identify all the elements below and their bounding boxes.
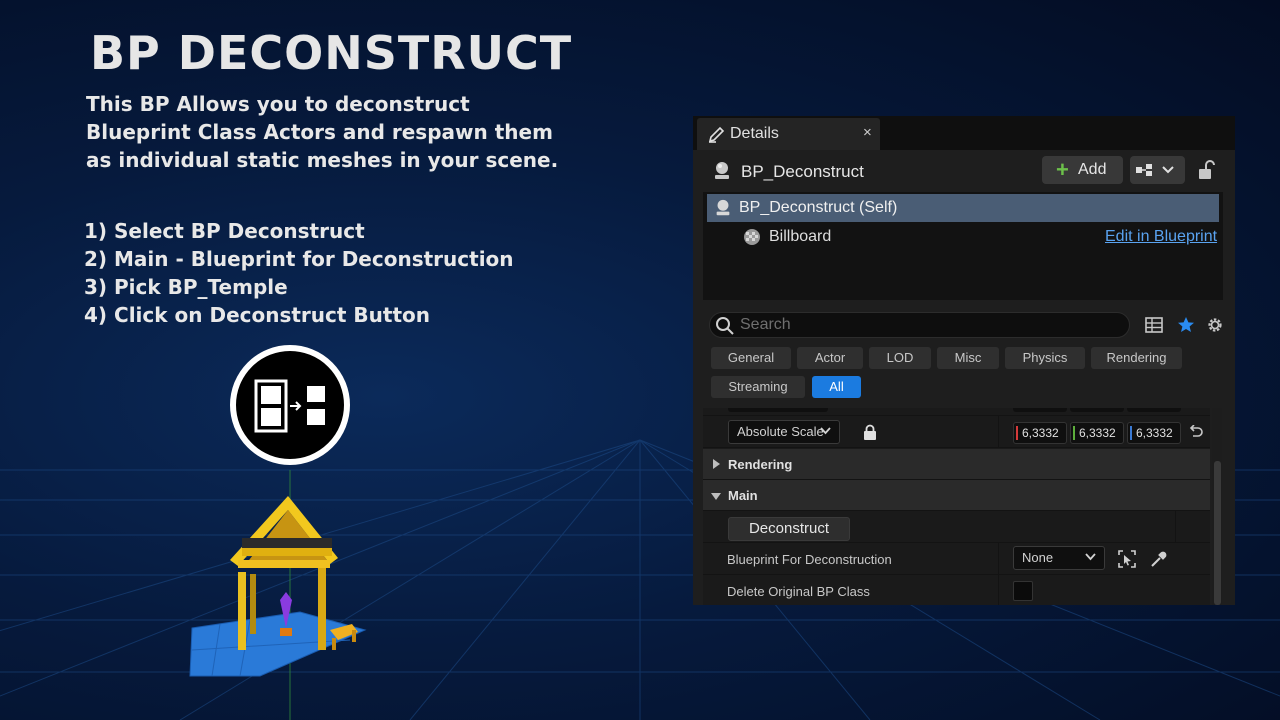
temple-model-image — [189, 496, 367, 677]
num-partial — [1013, 408, 1067, 412]
step-item: 4) Click on Deconstruct Button — [84, 303, 430, 327]
dropdown-partial — [728, 408, 828, 412]
scale-z-value: 6,3332 — [1136, 426, 1173, 440]
axis-x-marker — [1016, 426, 1018, 440]
num-partial — [1070, 408, 1124, 412]
scale-x-value: 6,3332 — [1022, 426, 1059, 440]
table-view-icon[interactable] — [1144, 315, 1164, 335]
filter-general[interactable]: General — [711, 347, 791, 369]
axis-z-marker — [1130, 426, 1132, 440]
actor-icon — [716, 199, 730, 216]
component-root-label: BP_Deconstruct (Self) — [739, 199, 898, 216]
blueprint-options-button[interactable] — [1130, 156, 1185, 184]
filter-physics[interactable]: Physics — [1005, 347, 1085, 369]
scale-dropdown[interactable]: Absolute Scale — [728, 420, 840, 444]
axis-y-marker — [1073, 426, 1075, 440]
filter-streaming[interactable]: Streaming — [711, 376, 805, 398]
absolute-scale-row: Absolute Scale 6,3332 6,3332 6,3332 — [703, 416, 1210, 448]
component-root-item[interactable]: BP_Deconstruct (Self) — [707, 194, 1219, 222]
divider — [998, 416, 999, 448]
caret-right-icon — [713, 459, 720, 469]
billboard-icon — [744, 229, 760, 245]
components-tree: BP_Deconstruct (Self) Billboard Edit in … — [703, 192, 1223, 300]
add-component-button[interactable]: + Add — [1042, 156, 1123, 184]
search-box — [709, 312, 1130, 338]
divider — [998, 543, 999, 575]
properties-list: Absolute Scale 6,3332 6,3332 6,3332 Rend… — [703, 408, 1210, 605]
blueprint-select-value: None — [1022, 550, 1054, 565]
description: This BP Allows you to deconstruct Bluepr… — [86, 90, 559, 174]
eyedropper-icon[interactable] — [1149, 549, 1169, 569]
scale-z-field[interactable]: 6,3332 — [1127, 422, 1181, 444]
filter-misc[interactable]: Misc — [937, 347, 999, 369]
deconstruct-button[interactable]: Deconstruct — [728, 517, 850, 541]
actor-name: BP_Deconstruct — [741, 162, 864, 181]
description-line: as individual static meshes in your scen… — [86, 148, 559, 172]
plus-icon: + — [1056, 157, 1069, 182]
tab-bar: Details × — [693, 116, 1235, 150]
delete-original-checkbox[interactable] — [1013, 581, 1033, 601]
deconstruct-icon — [254, 379, 325, 433]
tab-label: Details — [730, 125, 779, 142]
edit-in-blueprint-link[interactable]: Edit in Blueprint — [1105, 228, 1217, 246]
scale-x-field[interactable]: 6,3332 — [1013, 422, 1067, 444]
step-item: 3) Pick BP_Temple — [84, 275, 288, 299]
description-line: This BP Allows you to deconstruct — [86, 92, 470, 116]
section-rendering[interactable]: Rendering — [703, 449, 1210, 480]
reset-arrow-icon[interactable] — [1188, 425, 1204, 439]
add-label: Add — [1078, 161, 1107, 178]
favorite-star-icon[interactable] — [1176, 315, 1196, 335]
step-item: 1) Select BP Deconstruct — [84, 219, 365, 243]
browse-select-icon[interactable] — [1117, 549, 1137, 569]
scale-y-value: 6,3332 — [1079, 426, 1116, 440]
filter-all[interactable]: All — [812, 376, 861, 398]
delete-original-row: Delete Original BP Class — [703, 575, 1210, 605]
blueprint-label: Blueprint For Deconstruction — [727, 552, 892, 567]
lock-open-icon[interactable] — [1197, 160, 1215, 180]
divider — [998, 575, 999, 605]
scale-y-field[interactable]: 6,3332 — [1070, 422, 1124, 444]
blueprint-icon — [1136, 164, 1174, 176]
filter-actor[interactable]: Actor — [797, 347, 863, 369]
filter-rendering[interactable]: Rendering — [1091, 347, 1182, 369]
gear-icon[interactable] — [1205, 315, 1225, 335]
step-item: 2) Main - Blueprint for Deconstruction — [84, 247, 514, 271]
close-icon[interactable]: × — [863, 124, 872, 141]
scrollbar-thumb[interactable] — [1214, 461, 1221, 605]
chevron-down-icon — [820, 427, 831, 435]
section-main-label: Main — [728, 488, 758, 503]
pencil-icon — [708, 126, 725, 143]
section-rendering-label: Rendering — [728, 457, 793, 472]
search-input[interactable] — [740, 315, 1120, 335]
num-partial — [1127, 408, 1181, 412]
details-panel: Details × BP_Deconstruct + Add BP_Decons… — [693, 116, 1235, 605]
property-row — [703, 408, 1210, 416]
deconstruct-row: Deconstruct — [703, 511, 1210, 543]
actor-header: BP_Deconstruct + Add — [693, 154, 1235, 188]
page-title: BP DECONSTRUCT — [90, 26, 573, 80]
section-main[interactable]: Main — [703, 480, 1210, 511]
filter-lod[interactable]: LOD — [869, 347, 931, 369]
caret-down-icon — [711, 493, 721, 500]
steps-list: 1) Select BP Deconstruct 2) Main - Bluep… — [84, 217, 514, 329]
blueprint-row: Blueprint For Deconstruction None — [703, 543, 1210, 575]
tab-details[interactable]: Details × — [697, 118, 880, 150]
search-icon — [716, 317, 734, 335]
scale-dropdown-label: Absolute Scale — [737, 424, 824, 439]
actor-icon — [715, 162, 729, 179]
chevron-down-icon — [1085, 553, 1096, 561]
divider — [1175, 511, 1176, 543]
blueprint-select[interactable]: None — [1013, 546, 1105, 570]
delete-original-label: Delete Original BP Class — [727, 584, 870, 599]
description-line: Blueprint Class Actors and respawn them — [86, 120, 553, 144]
component-child-label[interactable]: Billboard — [769, 228, 831, 246]
lock-icon[interactable] — [863, 424, 877, 440]
deconstruct-logo — [230, 345, 350, 465]
